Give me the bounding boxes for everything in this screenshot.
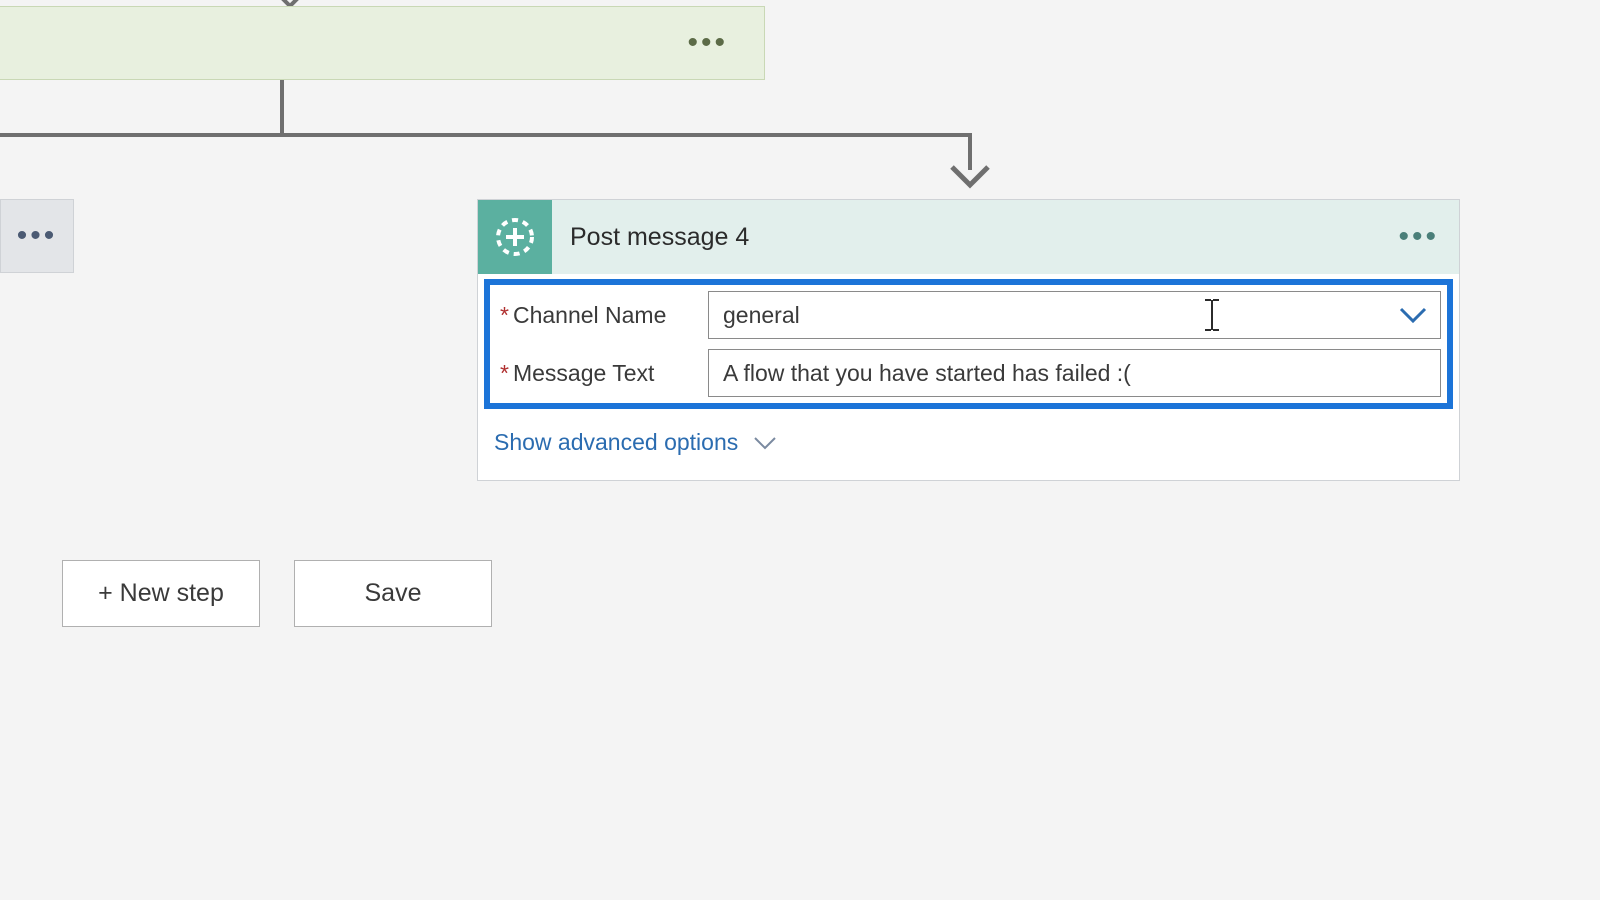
required-asterisk: * bbox=[500, 302, 509, 329]
channel-name-input-wrap bbox=[708, 291, 1441, 339]
link-text: Show advanced options bbox=[494, 429, 738, 456]
message-text-input-wrap bbox=[708, 349, 1441, 397]
field-label-channel-name: * Channel Name bbox=[496, 291, 708, 339]
connector-horizontal bbox=[0, 133, 970, 137]
chevron-down-icon bbox=[752, 435, 778, 451]
more-icon[interactable]: ••• bbox=[1398, 233, 1439, 241]
label-text: Channel Name bbox=[513, 302, 666, 329]
more-icon: ••• bbox=[17, 232, 58, 240]
action-title: Post message 4 bbox=[570, 223, 1398, 252]
text-cursor-icon bbox=[1203, 298, 1221, 332]
footer-buttons: + New step Save bbox=[62, 560, 492, 627]
required-asterisk: * bbox=[500, 360, 509, 387]
collapsed-branch-card[interactable]: ••• bbox=[0, 199, 74, 273]
message-text-input[interactable] bbox=[708, 349, 1441, 397]
action-header[interactable]: Post message 4 ••• bbox=[478, 200, 1459, 274]
action-card-post-message: Post message 4 ••• * Channel Name bbox=[477, 199, 1460, 481]
save-button[interactable]: Save bbox=[294, 560, 492, 627]
slack-icon bbox=[478, 200, 552, 274]
field-row-message-text: * Message Text bbox=[496, 349, 1441, 397]
show-advanced-options-link[interactable]: Show advanced options bbox=[478, 415, 794, 480]
connector-vertical bbox=[280, 80, 284, 133]
field-row-channel-name: * Channel Name bbox=[496, 291, 1441, 339]
arrow-down-icon bbox=[948, 163, 992, 191]
more-icon[interactable]: ••• bbox=[687, 39, 728, 47]
channel-name-input[interactable] bbox=[708, 291, 1441, 339]
label-text: Message Text bbox=[513, 360, 654, 387]
highlighted-fields: * Channel Name * Message Text bbox=[484, 279, 1453, 409]
trigger-card[interactable]: ••• bbox=[0, 6, 765, 80]
new-step-button[interactable]: + New step bbox=[62, 560, 260, 627]
field-label-message-text: * Message Text bbox=[496, 349, 708, 397]
